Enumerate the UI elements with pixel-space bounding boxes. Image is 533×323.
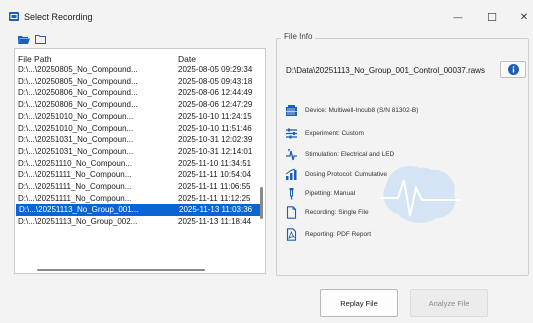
row-file-path: D:\...\20251031_No_Compoun... [18, 135, 134, 145]
row-file-path: D:\...\20250806_No_Compound... [18, 100, 138, 110]
column-header-file-path[interactable]: File Path [18, 54, 52, 64]
row-date: 2025-08-06 12:47:29 [178, 100, 253, 110]
close-button[interactable]: ✕ [509, 6, 533, 28]
row-date: 2025-11-13 11:18:44 [178, 217, 252, 227]
analyze-file-button[interactable]: Analyze File [410, 289, 488, 317]
vertical-scrollbar[interactable] [260, 187, 263, 219]
table-row[interactable]: D:\...\20250805_No_Compound... 2025-08-05… [15, 64, 261, 76]
table-row[interactable]: D:\...\20251031_No_Compoun... 2025-10-31 … [15, 146, 261, 158]
file-path-text: D:\Data\20251113_No_Group_001_Control_00… [286, 66, 485, 75]
table-row[interactable]: D:\...\20251113_No_Group_002... 2025-11-1… [15, 216, 261, 228]
table-row[interactable]: D:\...\20251010_No_Compoun... 2025-10-10 … [15, 123, 261, 135]
file-info-label: Recording: Single File [305, 208, 369, 216]
minimize-button[interactable]: — [443, 6, 473, 28]
file-info-label: Reporting: PDF Report [305, 230, 372, 238]
row-date: 2025-11-13 11:03:36 [179, 205, 253, 215]
device-icon [285, 104, 298, 117]
file-info-row: Pipetting: Manual [285, 186, 355, 200]
row-date: 2025-11-11 11:06:55 [178, 182, 251, 191]
info-icon [507, 64, 519, 75]
row-file-path: D:\...\20251031_No_Compoun... [18, 146, 134, 156]
row-date: 2025-10-10 11:51:46 [178, 123, 252, 133]
file-info-legend: File Info [281, 32, 316, 41]
row-date: 2025-08-06 12:44:49 [178, 88, 253, 98]
row-date: 2025-10-10 11:24:15 [178, 111, 252, 121]
minimize-icon: — [453, 12, 463, 22]
replay-file-label: Replay File [340, 298, 378, 308]
file-info-row: Recording: Single File [285, 205, 369, 219]
sliders-icon [285, 127, 298, 140]
file-info-label: Dosing Protocol: Cumulative [305, 170, 388, 178]
file-info-row: Dosing Protocol: Cumulative [285, 167, 387, 181]
replay-file-button[interactable]: Replay File [320, 289, 398, 317]
row-file-path: D:\...\20251111_No_Compoun... [18, 182, 132, 191]
row-file-path: D:\...\20250805_No_Compound... [18, 76, 138, 86]
row-date: 2025-08-05 09:43:18 [178, 76, 253, 86]
row-date: 2025-11-11 10:54:04 [178, 170, 252, 180]
table-row[interactable]: D:\...\20251111_No_Compoun... 2025-11-11 … [15, 169, 261, 181]
brain-watermark-icon [380, 166, 460, 223]
window-title: Select Recording [24, 12, 93, 22]
file-icon [285, 205, 298, 219]
row-file-path: D:\...\20251111_No_Compoun... [18, 170, 132, 180]
horizontal-scrollbar[interactable] [37, 269, 205, 271]
table-row[interactable]: D:\...\20251010_No_Compoun... 2025-10-10 … [15, 111, 261, 123]
app-icon [9, 12, 19, 21]
row-file-path: D:\...\20250805_No_Compound... [18, 65, 138, 74]
table-row[interactable]: D:\...\20251110_No_Compoun... 2025-11-10 … [15, 158, 261, 170]
folder-open-icon[interactable] [18, 35, 30, 44]
file-info-label: Stimulation: Electrical and LED [305, 150, 395, 158]
row-date: 2025-08-05 09:29:34 [178, 65, 253, 74]
row-date: 2025-11-10 11:34:51 [178, 158, 252, 168]
file-info-row: Reporting: PDF Report [285, 227, 371, 241]
row-date: 2025-10-31 12:02:39 [178, 135, 253, 145]
file-info-row: Device: Multiwell-Incub8 (S/N 81302-B) [285, 103, 418, 117]
title-bar: Select Recording — ☐ ✕ [0, 0, 533, 34]
table-row[interactable]: D:\...\20251111_No_Compoun... 2025-11-11 … [15, 181, 261, 193]
column-header-date[interactable]: Date [178, 54, 196, 64]
folder-icon[interactable] [35, 35, 46, 44]
stimulation-icon [285, 148, 298, 161]
row-file-path: D:\...\20251113_No_Group_002... [18, 217, 138, 227]
list-header: File Path Date [15, 49, 265, 64]
table-row[interactable]: D:\...\20251111_No_Compoun... 2025-11-11 … [15, 193, 261, 205]
row-date: 2025-10-31 12:14:01 [178, 146, 253, 156]
info-button[interactable] [500, 61, 526, 78]
pipette-icon [285, 187, 298, 200]
row-file-path: D:\...\20251010_No_Compoun... [18, 123, 134, 133]
table-row[interactable]: D:\...\20251031_No_Compoun... 2025-10-31 … [15, 134, 261, 146]
close-icon: ✕ [519, 11, 529, 23]
table-row[interactable]: D:\...\20250806_No_Compound... 2025-08-06… [15, 87, 261, 99]
file-info-label: Device: Multiwell-Incub8 (S/N 81302-B) [305, 106, 419, 114]
row-date: 2025-11-11 11:12:25 [178, 193, 251, 203]
table-row[interactable]: D:\...\20250806_No_Compound... 2025-08-06… [15, 99, 261, 111]
pdf-icon [285, 227, 298, 241]
file-info-label: Pipetting: Manual [305, 189, 356, 197]
row-file-path: D:\...\20251111_No_Compoun... [18, 193, 132, 203]
file-info-row: Experiment: Custom [285, 126, 364, 140]
file-info-row: Stimulation: Electrical and LED [285, 147, 394, 161]
row-file-path: D:\...\20251113_No_Group_001... [19, 205, 139, 215]
table-row[interactable]: D:\...\20250805_No_Compound... 2025-08-05… [15, 76, 261, 88]
maximize-button[interactable]: ☐ [477, 6, 507, 28]
row-file-path: D:\...\20250806_No_Compound... [18, 88, 138, 98]
row-file-path: D:\...\20251010_No_Compoun... [18, 111, 134, 121]
table-row[interactable]: D:\...\20251113_No_Group_001... 2025-11-1… [16, 204, 260, 217]
file-info-label: Experiment: Custom [305, 129, 364, 137]
maximize-icon: ☐ [487, 11, 497, 24]
analyze-file-label: Analyze File [428, 298, 470, 308]
dosing-icon [285, 168, 298, 181]
recording-list[interactable]: File Path Date D:\...\20250805_No_Compou… [14, 48, 266, 274]
row-file-path: D:\...\20251110_No_Compoun... [18, 158, 132, 168]
